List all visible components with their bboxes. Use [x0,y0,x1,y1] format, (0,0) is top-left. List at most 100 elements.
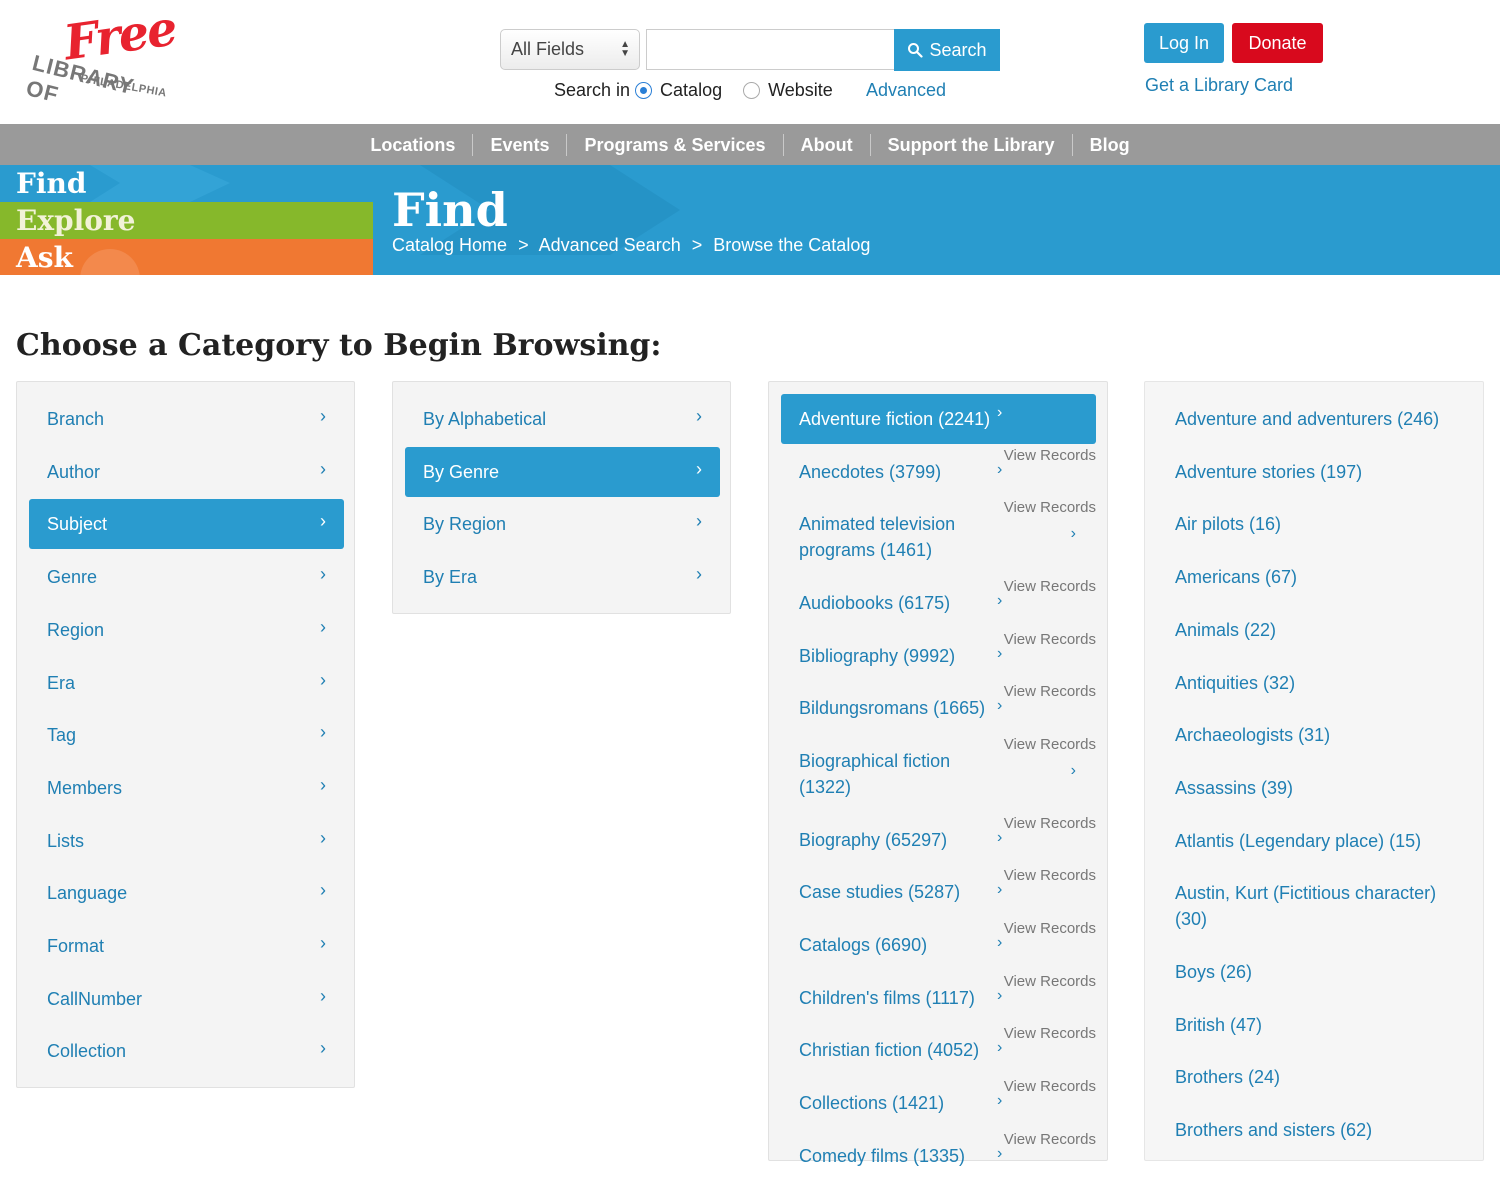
genre-item-catalogs-6690[interactable]: Catalogs (6690) › View Records [781,920,1096,973]
view-records-link[interactable]: View Records [1004,867,1096,884]
category-item-format[interactable]: Format › [29,921,344,971]
subject-item-animals-22[interactable]: Animals (22) [1175,617,1465,643]
subject-item-archaeologists-31[interactable]: Archaeologists (31) [1175,722,1465,748]
subject-by-item-by-era[interactable]: By Era › [405,552,720,602]
breadcrumb-catalog-home[interactable]: Catalog Home [392,235,507,255]
category-item-lists[interactable]: Lists › [29,816,344,866]
breadcrumb-advanced-search[interactable]: Advanced Search [539,235,681,255]
subject-item-assassins-39[interactable]: Assassins (39) [1175,775,1465,801]
genre-item-bildungsromans-1665[interactable]: Bildungsromans (1665) › View Records [781,683,1096,736]
genre-item-biography-65297[interactable]: Biography (65297) › View Records [781,815,1096,868]
subject-item-brothers-24[interactable]: Brothers (24) [1175,1064,1465,1090]
catalog-radio-label[interactable]: Catalog [660,80,722,101]
view-records-link[interactable]: View Records [1004,815,1096,832]
view-records-link[interactable]: View Records [1004,447,1096,464]
login-button[interactable]: Log In [1144,23,1224,63]
category-item-branch[interactable]: Branch › [29,394,344,444]
category-item-collection[interactable]: Collection › [29,1026,344,1076]
advanced-search-link[interactable]: Advanced [866,80,946,101]
breadcrumb-browse-catalog[interactable]: Browse the Catalog [713,235,870,255]
genre-item-biographical-fiction[interactable]: Biographical fiction (1322) › View Records [781,736,1096,815]
category-item-label: Lists [47,830,85,851]
view-records-link[interactable]: View Records [1004,1025,1096,1042]
view-records-link[interactable]: View Records [1004,1078,1096,1095]
subject-item-air-pilots-16[interactable]: Air pilots (16) [1175,511,1465,537]
nav-blog[interactable]: Blog [1071,133,1147,156]
library-card-link[interactable]: Get a Library Card [1145,75,1293,96]
find-explore-ask-tabs: Find Explore Ask [0,165,373,275]
tab-find[interactable]: Find [0,165,373,202]
nav-about[interactable]: About [782,133,870,156]
genre-item-label: Collections (1421) [799,1090,944,1116]
view-records-link[interactable]: View Records [1004,1131,1096,1148]
search-field-value: All Fields [511,39,585,59]
chevron-right-icon: › [1070,762,1076,779]
genre-item-children-s-films-1117[interactable]: Children's films (1117) › View Records [781,973,1096,1026]
website-radio-label[interactable]: Website [768,80,833,101]
chevron-right-icon: › [997,1144,1003,1162]
genre-item-collections-1421[interactable]: Collections (1421) › View Records [781,1078,1096,1131]
genre-item-anecdotes-3799[interactable]: Anecdotes (3799) › View Records [781,447,1096,500]
category-item-members[interactable]: Members › [29,763,344,813]
chevron-right-icon: › [320,933,326,953]
subject-item-antiquities-32[interactable]: Antiquities (32) [1175,670,1465,696]
subject-item-brothers-and-sisters-62[interactable]: Brothers and sisters (62) [1175,1117,1465,1143]
genre-item-label: Adventure fiction (2241) [799,406,990,432]
subject-item-atlantis-legendary-place-15[interactable]: Atlantis (Legendary place) (15) [1175,828,1465,854]
genre-item-adventure-fiction-2241[interactable]: Adventure fiction (2241) › [781,394,1096,444]
view-records-link[interactable]: View Records [1004,631,1096,648]
website-radio[interactable] [743,82,761,99]
nav-events[interactable]: Events [472,133,566,156]
subject-item-austin-kurt-fictitious-character[interactable]: Austin, Kurt (Fictitious character) (30) [1175,880,1465,932]
genre-item-comedy-films-1335[interactable]: Comedy films (1335) › View Records [781,1131,1096,1183]
genre-item-label-line1: Anecdotes (3799) [799,461,942,482]
subject-item-label-line1: Brothers (24) [1175,1067,1281,1088]
subject-item-americans-67[interactable]: Americans (67) [1175,564,1465,590]
category-item-language[interactable]: Language › [29,868,344,918]
category-item-callnumber[interactable]: CallNumber › [29,974,344,1024]
donate-button[interactable]: Donate [1232,23,1323,63]
subject-by-item-by-region[interactable]: By Region › [405,499,720,549]
subject-item-label-line1: Air pilots (16) [1175,514,1282,535]
tab-explore[interactable]: Explore [0,202,373,239]
view-records-link[interactable]: View Records [1004,736,1096,753]
subject-item-british-47[interactable]: British (47) [1175,1012,1465,1038]
category-item-author[interactable]: Author › [29,447,344,497]
genre-item-label: Bibliography (9992) [799,643,955,669]
tab-find-arrow [90,165,230,202]
subject-item-boys-26[interactable]: Boys (26) [1175,959,1465,985]
subject-item-adventure-and-adventurers-246[interactable]: Adventure and adventurers (246) [1175,406,1465,432]
nav-support[interactable]: Support the Library [869,133,1072,156]
view-records-link[interactable]: View Records [1004,499,1096,516]
nav-programs[interactable]: Programs & Services [566,133,782,156]
search-field-select[interactable]: All Fields ▲ ▼ [500,29,640,70]
view-records-link[interactable]: View Records [1004,973,1096,990]
view-records-link[interactable]: View Records [1004,578,1096,595]
subject-by-item-by-alphabetical[interactable]: By Alphabetical › [405,394,720,444]
genre-item-christian-fiction-4052[interactable]: Christian fiction (4052) › View Records [781,1025,1096,1078]
search-input[interactable] [646,29,896,70]
category-item-tag[interactable]: Tag › [29,710,344,760]
genre-item-case-studies-5287[interactable]: Case studies (5287) › View Records [781,867,1096,920]
library-logo[interactable]: Free LIBRARY OF PHILADELPHIA [24,1,179,108]
subject-by-item-by-genre[interactable]: By Genre › [405,446,720,497]
category-item-era[interactable]: Era › [29,658,344,708]
view-records-link[interactable]: View Records [1004,920,1096,937]
genre-item-animated-television[interactable]: Animated television programs (1461) › View … [781,499,1096,578]
tab-ask[interactable]: Ask [0,239,373,275]
catalog-radio[interactable] [635,82,653,99]
nav-locations[interactable]: Locations [353,134,472,156]
genre-item-bibliography-9992[interactable]: Bibliography (9992) › View Records [781,631,1096,684]
category-item-region[interactable]: Region › [29,605,344,655]
genre-item-label-line1: Bibliography (9992) [799,645,956,666]
genre-item-label-line1: Christian fiction (4052) [799,1040,980,1061]
search-button[interactable]: Search [894,29,1000,71]
category-item-subject[interactable]: Subject › [29,499,344,550]
category-item-genre[interactable]: Genre › [29,552,344,602]
genre-item-label-line1: Biographical fiction [799,751,951,771]
genre-item-label: Animated television programs (1461) [799,511,955,563]
subject-item-adventure-stories-197[interactable]: Adventure stories (197) [1175,459,1465,485]
category-item-label: CallNumber [47,988,143,1009]
view-records-link[interactable]: View Records [1004,683,1096,700]
genre-item-audiobooks-6175[interactable]: Audiobooks (6175) › View Records [781,578,1096,631]
